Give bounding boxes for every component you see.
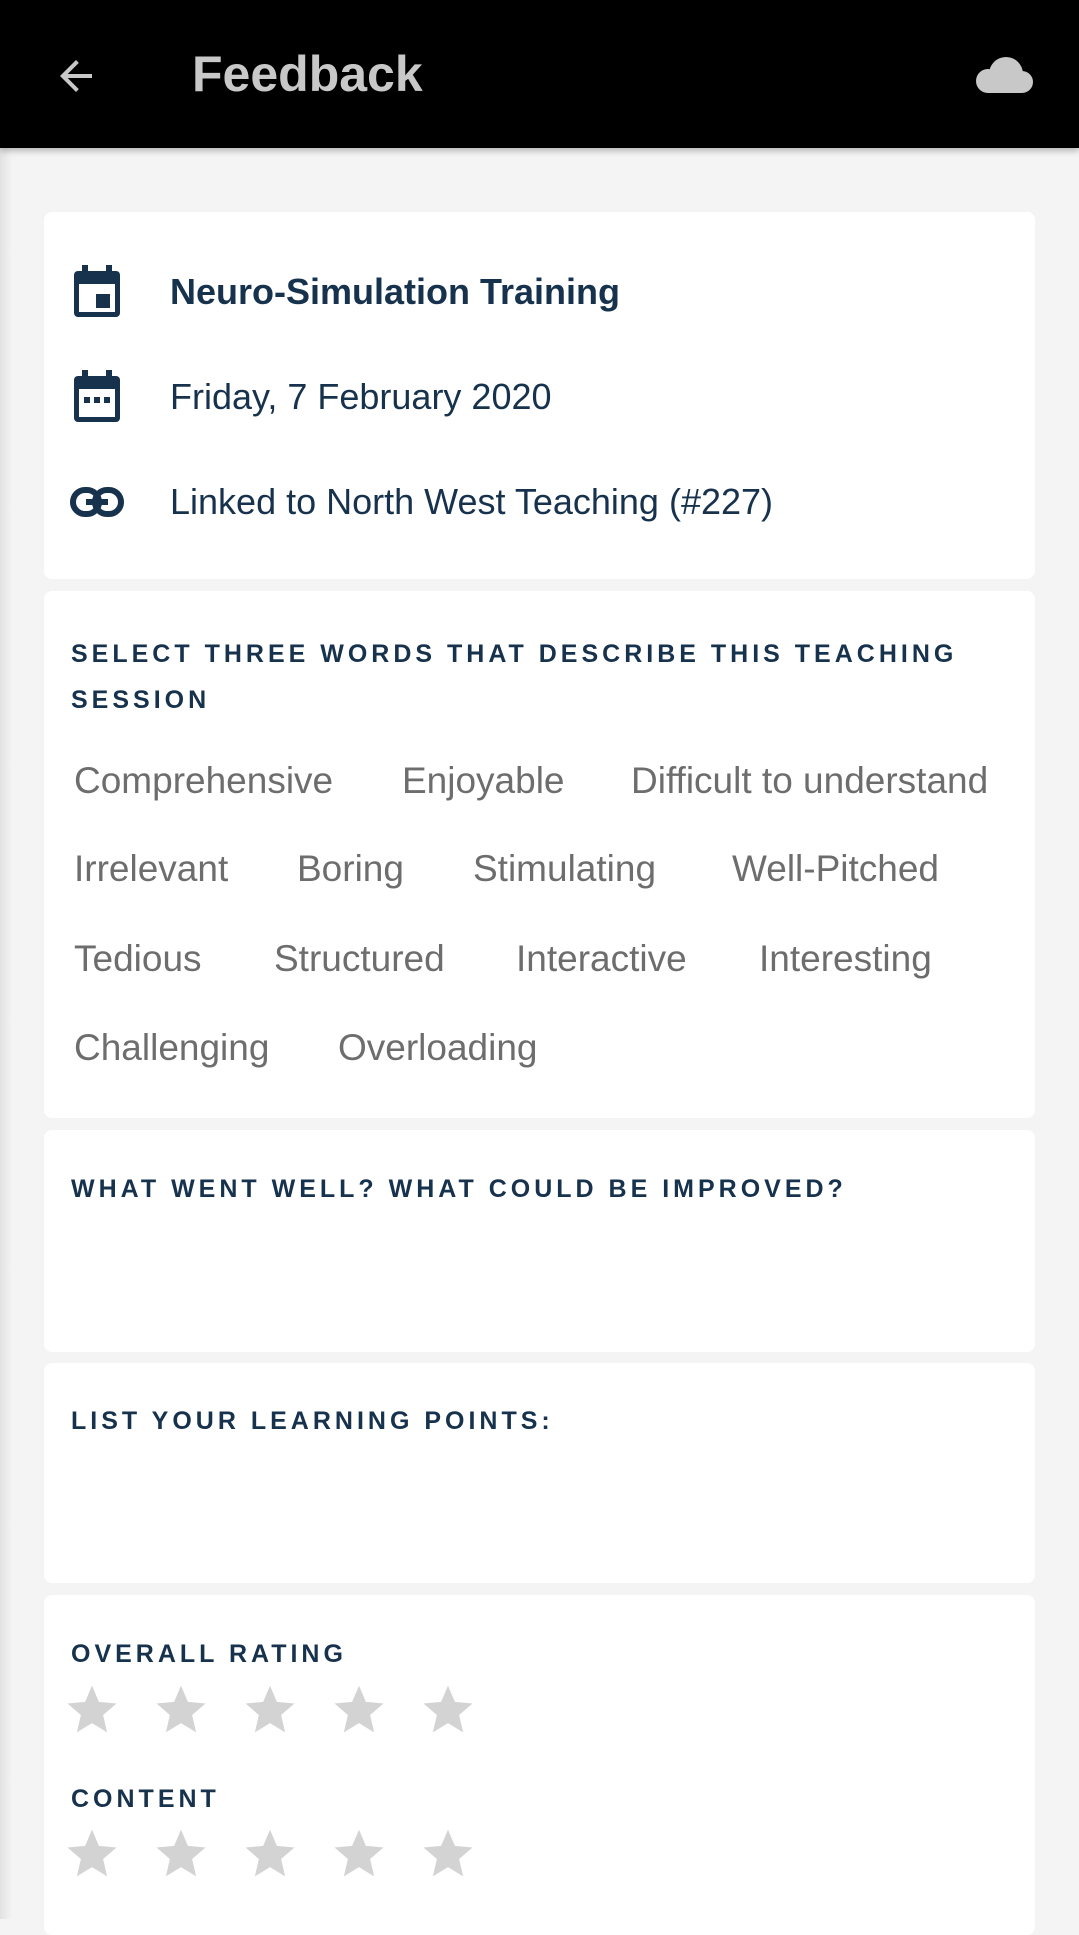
star-icon[interactable] (240, 1679, 300, 1739)
word-chip[interactable]: Boring (297, 847, 404, 891)
app-bar: Feedback (0, 0, 1079, 148)
star-icon[interactable] (151, 1679, 211, 1739)
word-chip[interactable]: Comprehensive (74, 759, 333, 803)
event-icon (70, 262, 124, 322)
word-chip[interactable]: Difficult to understand (631, 759, 988, 803)
word-chip[interactable]: Challenging (74, 1026, 269, 1070)
word-chip[interactable]: Irrelevant (74, 847, 228, 891)
event-name-row: Neuro-Simulation Training (70, 262, 620, 322)
overall-rating-label: OVERALL RATING (71, 1640, 347, 1668)
word-chip[interactable]: Stimulating (473, 847, 656, 891)
back-button[interactable] (48, 48, 104, 104)
word-selection-card: SELECT THREE WORDS THAT DESCRIBE THIS TE… (44, 591, 1035, 1118)
word-chip[interactable]: Enjoyable (402, 759, 565, 803)
event-date-row: Friday, 7 February 2020 (70, 367, 552, 427)
word-chip[interactable]: Interactive (516, 937, 687, 981)
content-rating-label: CONTENT (71, 1785, 220, 1813)
ratings-card: OVERALL RATING CONTENT (44, 1595, 1035, 1935)
page-title: Feedback (192, 46, 423, 102)
sync-button[interactable] (968, 48, 1038, 104)
event-link-row[interactable]: Linked to North West Teaching (#227) (70, 472, 773, 532)
calendar-icon (70, 367, 124, 427)
arrow-back-icon (60, 60, 92, 92)
event-link[interactable]: Linked to North West Teaching (#227) (170, 481, 773, 523)
star-icon[interactable] (62, 1823, 122, 1883)
word-selection-label: SELECT THREE WORDS THAT DESCRIBE THIS TE… (71, 640, 958, 714)
went-well-card: WHAT WENT WELL? WHAT COULD BE IMPROVED? (44, 1130, 1035, 1352)
star-icon[interactable] (240, 1823, 300, 1883)
star-icon[interactable] (62, 1679, 122, 1739)
word-chip[interactable]: Well-Pitched (732, 847, 939, 891)
event-date: Friday, 7 February 2020 (170, 376, 552, 417)
star-icon[interactable] (418, 1679, 478, 1739)
learning-points-card: LIST YOUR LEARNING POINTS: (44, 1363, 1035, 1583)
star-icon[interactable] (329, 1823, 389, 1883)
went-well-input[interactable] (71, 1230, 1008, 1330)
event-name: Neuro-Simulation Training (170, 271, 621, 312)
went-well-label: WHAT WENT WELL? WHAT COULD BE IMPROVED? (71, 1175, 847, 1203)
learning-points-input[interactable] (71, 1463, 1008, 1563)
page-edge-shadow (0, 148, 12, 1919)
word-chip[interactable]: Interesting (759, 937, 932, 981)
word-chip[interactable]: Tedious (74, 937, 202, 981)
event-info-card: Neuro-Simulation Training Friday, 7 Febr… (44, 212, 1035, 579)
star-icon[interactable] (329, 1679, 389, 1739)
word-chip[interactable]: Overloading (338, 1026, 538, 1070)
word-chip[interactable]: Structured (274, 937, 445, 981)
star-icon[interactable] (418, 1823, 478, 1883)
star-icon[interactable] (151, 1823, 211, 1883)
cloud-icon (976, 57, 1033, 93)
learning-points-label: LIST YOUR LEARNING POINTS: (71, 1407, 554, 1435)
link-icon (70, 472, 124, 532)
